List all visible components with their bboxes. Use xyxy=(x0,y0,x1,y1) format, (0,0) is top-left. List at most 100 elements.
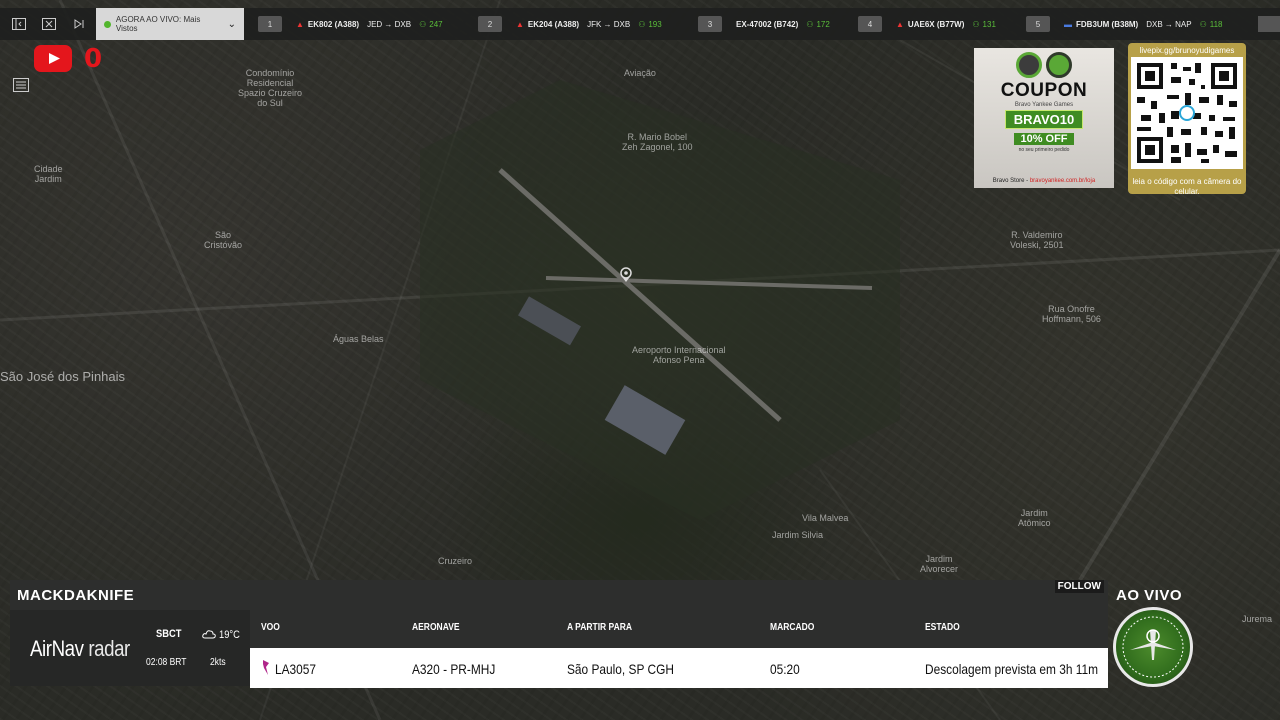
top-flight-item[interactable]: 5 ▬ FDB3UM (B38M) DXB → NAP ⚇ 118 xyxy=(1026,16,1246,32)
list-panel-icon[interactable] xyxy=(13,78,31,94)
flight-route: JED → DXB xyxy=(367,19,412,29)
rank-number: 5 xyxy=(1026,16,1050,32)
top-bar: AGORA AO VIVO: Mais Vistos ⌄ 1 ▲ EK802 (… xyxy=(0,8,1280,40)
map-label: Cidade Jardim xyxy=(34,164,63,184)
airport-icao: SBCT xyxy=(156,628,182,640)
destination: São Paulo, SP CGH xyxy=(567,661,674,677)
rank-number: 2 xyxy=(478,16,502,32)
col-route: A PARTIR PARA xyxy=(567,622,633,633)
viewer-count: 193 xyxy=(648,19,662,29)
follow-button[interactable]: FOLLOW xyxy=(1054,580,1104,593)
live-most-viewed-dropdown[interactable]: AGORA AO VIVO: Mais Vistos ⌄ xyxy=(96,8,244,40)
viewers-icon: ⚇ xyxy=(638,19,646,29)
map-label: Condomínio Residencial Spazio Cruzeiro do S… xyxy=(238,68,303,108)
top-flights-list: 1 ▲ EK802 (A388) JED → DXB ⚇ 247 2 ▲ EK2… xyxy=(258,16,1246,32)
brand-logo-icon xyxy=(1046,52,1072,78)
col-flight: VOO xyxy=(261,622,280,633)
table-header: VOO AERONAVE A PARTIR PARA MARCADO ESTAD… xyxy=(250,610,1108,648)
map-label: R. Mario Bobel Zeh Zagonel, 100 xyxy=(622,132,693,152)
chevron-down-icon: ⌄ xyxy=(227,18,236,30)
temperature-value: 19°C xyxy=(219,629,240,641)
top-flight-item[interactable]: 4 ▲ UAE6X (B77W) ⚇ 131 xyxy=(858,16,1026,32)
coupon-subtitle: Bravo Yankee Games xyxy=(1014,102,1074,108)
coupon-footer: Bravo Store - bravoyankee.com.br/loja xyxy=(974,178,1114,184)
viewer-count: 131 xyxy=(982,19,996,29)
rank-number: 1 xyxy=(258,16,282,32)
plane-icon: ▲ xyxy=(896,19,904,29)
flight-route: DXB → NAP xyxy=(1146,19,1192,29)
viewers-icon: ⚇ xyxy=(972,19,980,29)
table-row[interactable]: LA3057 A320 - PR-MHJ São Paulo, SP CGH 0… xyxy=(250,648,1108,688)
coupon-footer-link: bravoyankee.com.br/loja xyxy=(1029,178,1096,184)
scheduled-time: 05:20 xyxy=(770,661,800,677)
wind-speed: 2kts xyxy=(210,657,226,668)
flight-callsign: UAE6X (B77W) xyxy=(907,19,965,29)
airline-logo-icon xyxy=(263,660,269,675)
qr-code-icon xyxy=(1131,57,1243,169)
map-label: Jurema xyxy=(1242,614,1273,624)
airnav-logo: AirNav radar xyxy=(30,636,130,662)
aircraft-type: A320 - PR-MHJ xyxy=(412,661,496,677)
live-label: AO VIVO xyxy=(1116,587,1183,604)
viewers-icon: ⚇ xyxy=(1199,19,1207,29)
coupon-discount: 10% OFF xyxy=(1014,133,1074,145)
temperature: 19°C xyxy=(202,628,244,641)
streamer-callsign: MACKDAKNIFE xyxy=(17,586,135,604)
map-label: Águas Belas xyxy=(333,334,384,344)
flight-table: VOO AERONAVE A PARTIR PARA MARCADO ESTAD… xyxy=(250,610,1108,688)
viewers-icon: ⚇ xyxy=(806,19,814,29)
airnav-suffix: radar xyxy=(83,636,130,661)
qr-url: livepix.gg/brunoyudigames xyxy=(1139,46,1235,55)
close-panel-icon[interactable] xyxy=(38,13,60,35)
coupon-code: BRAVO10 xyxy=(1004,110,1084,129)
viewer-count: 247 xyxy=(429,19,443,29)
col-status: ESTADO xyxy=(925,622,960,633)
col-aircraft: AERONAVE xyxy=(412,622,460,633)
airnav-brand-block: AirNav radar SBCT 02:08 BRT 19°C 2kts xyxy=(10,610,250,686)
map-label: Jardim Atômico xyxy=(1018,508,1051,528)
rank-number: 3 xyxy=(698,16,722,32)
plane-icon: ▲ xyxy=(296,19,304,29)
map-label: Rua Onofre Hoffmann, 506 xyxy=(1042,304,1101,324)
map-label: São José dos Pinhais xyxy=(0,369,126,384)
top-flight-item[interactable]: 2 ▲ EK204 (A388) JFK → DXB ⚇ 193 xyxy=(478,16,698,32)
top-flight-item[interactable]: 1 ▲ EK802 (A388) JED → DXB ⚇ 247 xyxy=(258,16,478,32)
sidebar-toggle-icon[interactable] xyxy=(8,13,30,35)
skip-next-icon[interactable] xyxy=(68,13,90,35)
viewer-count: 172 xyxy=(816,19,830,29)
map-label: Aeroporto Internacional Afonso Pena xyxy=(632,345,726,365)
map-label: Cruzeiro xyxy=(438,556,473,566)
flight-route: JFK → DXB xyxy=(587,19,631,29)
top-flight-item[interactable]: 3 EX-47002 (B742) ⚇ 172 xyxy=(698,16,858,32)
plane-icon: ▬ xyxy=(1064,19,1072,29)
brand-logo-icon xyxy=(1016,52,1042,78)
coupon-title: COUPON xyxy=(1000,80,1088,101)
viewer-count: 118 xyxy=(1209,19,1223,29)
flight-callsign: FDB3UM (B38M) xyxy=(1076,19,1139,29)
flight-status: Descolagem prevista em 3h 11m xyxy=(925,661,1099,677)
rank-number: 4 xyxy=(858,16,882,32)
viewers-icon: ⚇ xyxy=(419,19,427,29)
live-dot-icon xyxy=(104,20,111,28)
coupon-banner[interactable]: COUPON Bravo Yankee Games BRAVO10 10% OF… xyxy=(974,48,1114,188)
map-label: Jardim Alvorecer xyxy=(920,554,959,574)
map-label: R. Valdemiro Voleski, 2501 xyxy=(1010,230,1064,250)
map-label: Aviação xyxy=(624,68,656,78)
map-label: São Cristóvão xyxy=(204,230,243,250)
coupon-footer-store: Bravo Store - xyxy=(992,178,1030,184)
flight-callsign: EK204 (A388) xyxy=(527,19,580,29)
flight-info-panel: MACKDAKNIFE FOLLOW AirNav radar SBCT 02:… xyxy=(10,580,1108,688)
qr-caption: leia o código com a câmera do celular. xyxy=(1132,177,1242,196)
local-time: 02:08 BRT xyxy=(146,657,187,668)
map-label: Jardim Silvia xyxy=(772,530,824,540)
coupon-note: no seu primeiro pedido xyxy=(1018,147,1070,153)
more-flights-button[interactable] xyxy=(1258,16,1280,32)
donation-qr-box[interactable]: livepix.gg/brunoyudigames leia o código … xyxy=(1128,43,1246,196)
live-tab-label: AGORA AO VIVO: Mais Vistos xyxy=(115,15,201,33)
col-scheduled: MARCADO xyxy=(770,622,815,633)
youtube-icon[interactable] xyxy=(34,45,72,72)
youtube-counter: 0 xyxy=(84,44,103,74)
flight-callsign: EX-47002 (B742) xyxy=(736,19,799,29)
channel-badge-logo xyxy=(1113,607,1193,687)
plane-icon: ▲ xyxy=(516,19,524,29)
